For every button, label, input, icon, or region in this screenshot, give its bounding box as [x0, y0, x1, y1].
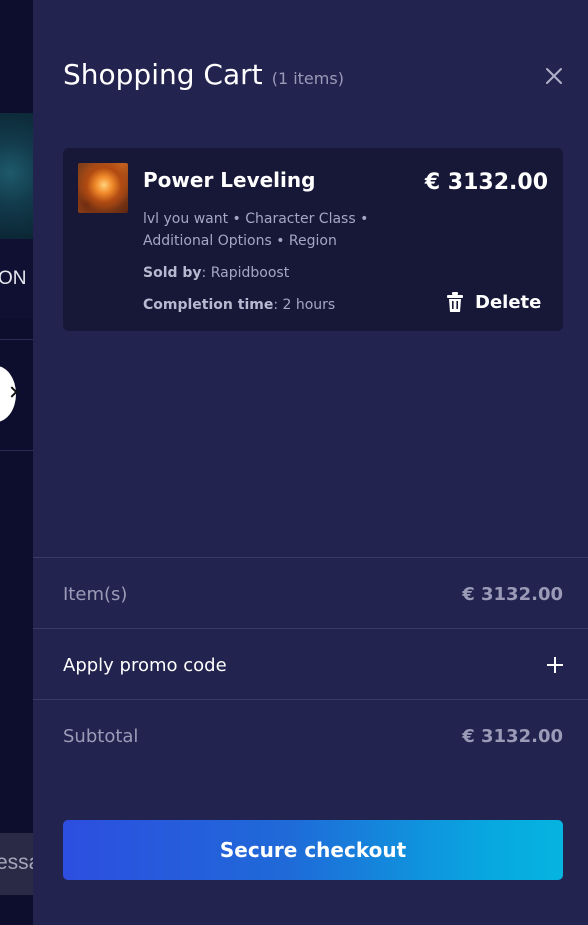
- background-divider: [0, 339, 33, 340]
- background-banner-image: [0, 113, 33, 239]
- background-message-placeholder: essa: [0, 851, 33, 874]
- trash-icon: [447, 292, 463, 312]
- cart-item-count: (1 items): [271, 69, 344, 88]
- completion-time-value: : 2 hours: [273, 297, 336, 313]
- completion-time-line: Completion time: 2 hours: [143, 297, 335, 313]
- plus-icon[interactable]: [546, 656, 564, 674]
- product-thumbnail: [78, 163, 128, 213]
- background-page: ON essa: [0, 0, 33, 925]
- items-subtotal-value: € 3132.00: [462, 584, 563, 605]
- close-button[interactable]: [542, 64, 566, 88]
- cart-title: Shopping Cart: [63, 58, 263, 91]
- delete-item-button[interactable]: Delete: [445, 289, 541, 315]
- subtotal-label: Subtotal: [63, 726, 139, 747]
- background-ribbon-text: ON: [0, 268, 27, 289]
- items-subtotal-label: Item(s): [63, 584, 128, 605]
- sold-by-label: Sold by: [143, 265, 202, 281]
- sold-by-value: : Rapidboost: [201, 265, 290, 281]
- product-name[interactable]: Power Leveling: [143, 168, 315, 192]
- product-price: € 3132.00: [424, 170, 548, 195]
- cart-header: Shopping Cart (1 items): [63, 58, 344, 91]
- product-options: lvl you want • Character Class • Additio…: [143, 211, 369, 249]
- completion-time-label: Completion time: [143, 297, 274, 313]
- apply-promo-code-toggle[interactable]: Apply promo code: [63, 655, 227, 676]
- secure-checkout-button[interactable]: Secure checkout: [63, 820, 563, 880]
- summary-divider: [33, 557, 588, 558]
- summary-divider: [33, 699, 588, 700]
- delete-label: Delete: [475, 291, 542, 313]
- close-icon: [546, 68, 562, 84]
- sold-by-line: Sold by: Rapidboost: [143, 265, 289, 281]
- subtotal-value: € 3132.00: [462, 726, 563, 747]
- background-divider: [0, 450, 33, 451]
- cart-item-card: Power Leveling € 3132.00 lvl you want • …: [63, 148, 563, 331]
- shopping-cart-drawer: Shopping Cart (1 items) Power Leveling €…: [33, 0, 588, 925]
- summary-divider: [33, 628, 588, 629]
